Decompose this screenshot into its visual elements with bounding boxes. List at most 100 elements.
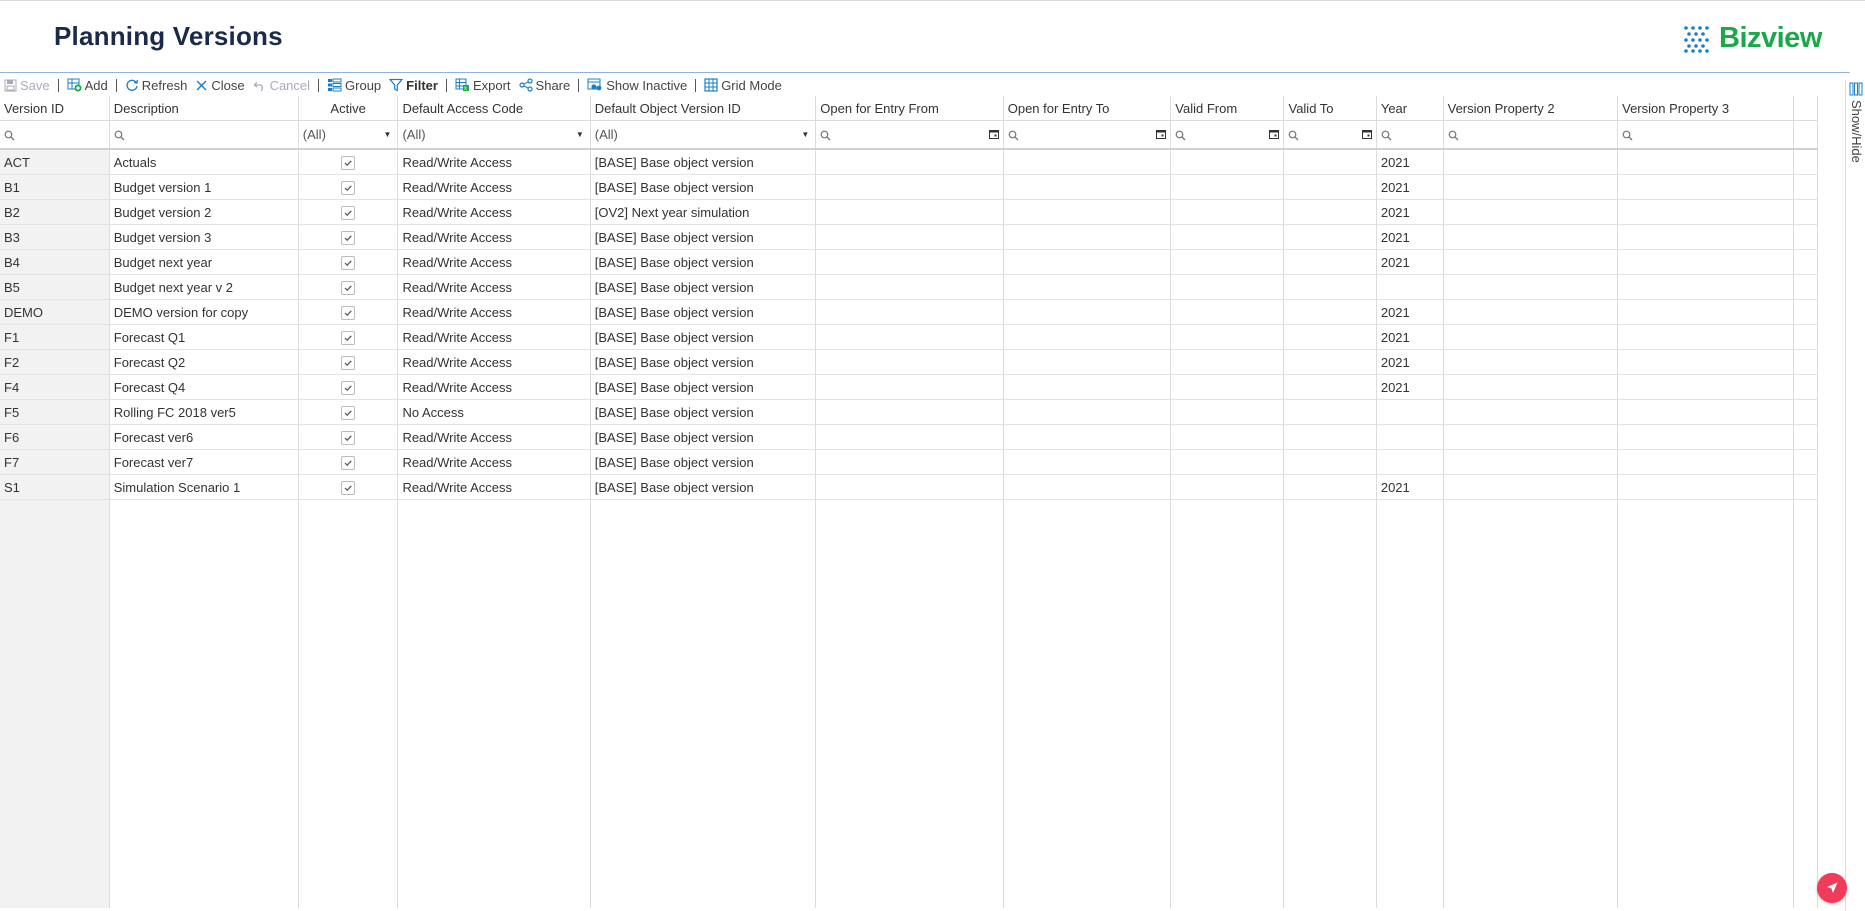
cell-default-access-code[interactable]: Read/Write Access bbox=[397, 449, 591, 475]
cell-version-property-2[interactable] bbox=[1443, 249, 1619, 275]
calendar-icon[interactable] bbox=[988, 129, 999, 139]
filter-search-open-for-entry-to[interactable] bbox=[1003, 120, 1172, 150]
table-row[interactable]: F7 Forecast ver7 Read/Write Access [BASE] B… bbox=[0, 449, 1818, 475]
cell-default-access-code[interactable]: Read/Write Access bbox=[397, 174, 591, 200]
cell-valid-from[interactable] bbox=[1170, 399, 1285, 425]
column-header-version-id[interactable]: Version ID bbox=[0, 96, 110, 121]
cell-open-for-entry-to[interactable] bbox=[1003, 399, 1172, 425]
cell-valid-from[interactable] bbox=[1170, 149, 1285, 175]
cell-version-id[interactable]: B2 bbox=[0, 199, 110, 225]
cell-version-property-3[interactable] bbox=[1617, 474, 1794, 500]
cell-description[interactable]: Forecast Q4 bbox=[109, 374, 299, 400]
cell-version-property-3[interactable] bbox=[1617, 349, 1794, 375]
close-button[interactable]: Close bbox=[191, 74, 248, 96]
active-checkbox[interactable] bbox=[341, 355, 356, 370]
filter-search-description[interactable] bbox=[109, 120, 299, 150]
cell-valid-to[interactable] bbox=[1283, 149, 1377, 175]
filter-select-active[interactable]: (All) ▼ bbox=[298, 120, 399, 150]
active-checkbox[interactable] bbox=[341, 380, 356, 395]
cell-open-for-entry-from[interactable] bbox=[815, 274, 1004, 300]
cell-version-id[interactable]: F6 bbox=[0, 424, 110, 450]
cell-description[interactable]: Forecast ver6 bbox=[109, 424, 299, 450]
cell-description[interactable]: Budget version 1 bbox=[109, 174, 299, 200]
cell-year[interactable]: 2021 bbox=[1376, 249, 1444, 275]
cell-valid-from[interactable] bbox=[1170, 449, 1285, 475]
cell-version-property-3[interactable] bbox=[1617, 199, 1794, 225]
cell-default-object-version-id[interactable]: [BASE] Base object version bbox=[590, 274, 817, 300]
cell-description[interactable]: Budget version 2 bbox=[109, 199, 299, 225]
column-header-description[interactable]: Description bbox=[109, 96, 299, 121]
active-checkbox[interactable] bbox=[341, 405, 356, 420]
cell-year[interactable]: 2021 bbox=[1376, 224, 1444, 250]
cell-open-for-entry-from[interactable] bbox=[815, 199, 1004, 225]
show-inactive-button[interactable]: Show Inactive bbox=[583, 74, 691, 96]
cell-open-for-entry-from[interactable] bbox=[815, 474, 1004, 500]
cell-active[interactable] bbox=[298, 224, 399, 250]
active-checkbox[interactable] bbox=[341, 230, 356, 245]
cell-open-for-entry-to[interactable] bbox=[1003, 224, 1172, 250]
filter-search-valid-to[interactable] bbox=[1283, 120, 1377, 150]
cell-default-access-code[interactable]: Read/Write Access bbox=[397, 474, 591, 500]
cell-valid-to[interactable] bbox=[1283, 399, 1377, 425]
table-row[interactable]: F2 Forecast Q2 Read/Write Access [BASE] Bas… bbox=[0, 349, 1818, 375]
cell-description[interactable]: Actuals bbox=[109, 149, 299, 175]
cell-valid-to[interactable] bbox=[1283, 449, 1377, 475]
cell-version-id[interactable]: DEMO bbox=[0, 299, 110, 325]
cell-valid-to[interactable] bbox=[1283, 199, 1377, 225]
cell-open-for-entry-from[interactable] bbox=[815, 424, 1004, 450]
cell-year[interactable]: 2021 bbox=[1376, 374, 1444, 400]
cell-open-for-entry-to[interactable] bbox=[1003, 424, 1172, 450]
cell-version-property-2[interactable] bbox=[1443, 474, 1619, 500]
active-checkbox[interactable] bbox=[341, 455, 356, 470]
cancel-button[interactable]: Cancel bbox=[249, 74, 314, 96]
table-row[interactable]: B5 Budget next year v 2 Read/Write Access[… bbox=[0, 274, 1818, 300]
cell-description[interactable]: Forecast Q2 bbox=[109, 349, 299, 375]
cell-active[interactable] bbox=[298, 424, 399, 450]
filter-search-open-for-entry-from[interactable] bbox=[815, 120, 1004, 150]
table-row[interactable]: ACT Actuals Read/Write Access [BASE] Base o… bbox=[0, 149, 1818, 175]
cell-version-property-3[interactable] bbox=[1617, 299, 1794, 325]
cell-active[interactable] bbox=[298, 474, 399, 500]
cell-description[interactable]: Budget version 3 bbox=[109, 224, 299, 250]
cell-version-property-2[interactable] bbox=[1443, 199, 1619, 225]
group-button[interactable]: Group bbox=[323, 74, 385, 96]
cell-year[interactable]: 2021 bbox=[1376, 149, 1444, 175]
cell-description[interactable]: Simulation Scenario 1 bbox=[109, 474, 299, 500]
table-row[interactable]: B3 Budget version 3 Read/Write Access [BASE… bbox=[0, 224, 1818, 250]
cell-default-object-version-id[interactable]: [BASE] Base object version bbox=[590, 174, 817, 200]
show-hide-panel[interactable]: Show/Hide bbox=[1845, 80, 1865, 911]
cell-version-property-2[interactable] bbox=[1443, 449, 1619, 475]
cell-valid-to[interactable] bbox=[1283, 374, 1377, 400]
cell-open-for-entry-to[interactable] bbox=[1003, 474, 1172, 500]
cell-version-property-2[interactable] bbox=[1443, 299, 1619, 325]
cell-open-for-entry-to[interactable] bbox=[1003, 299, 1172, 325]
column-header-version-property-3[interactable]: Version Property 3 bbox=[1617, 96, 1794, 121]
cell-description[interactable]: Budget next year v 2 bbox=[109, 274, 299, 300]
cell-open-for-entry-from[interactable] bbox=[815, 449, 1004, 475]
table-row[interactable]: S1 Simulation Scenario 1 Read/Write Access… bbox=[0, 474, 1818, 500]
cell-open-for-entry-to[interactable] bbox=[1003, 374, 1172, 400]
cell-year[interactable]: 2021 bbox=[1376, 349, 1444, 375]
cell-description[interactable]: Budget next year bbox=[109, 249, 299, 275]
cell-version-id[interactable]: ACT bbox=[0, 149, 110, 175]
cell-active[interactable] bbox=[298, 349, 399, 375]
cell-valid-from[interactable] bbox=[1170, 349, 1285, 375]
cell-version-id[interactable]: B5 bbox=[0, 274, 110, 300]
cell-description[interactable]: Forecast ver7 bbox=[109, 449, 299, 475]
cell-version-id[interactable]: F7 bbox=[0, 449, 110, 475]
cell-open-for-entry-to[interactable] bbox=[1003, 324, 1172, 350]
cell-version-property-2[interactable] bbox=[1443, 174, 1619, 200]
cell-default-object-version-id[interactable]: [BASE] Base object version bbox=[590, 374, 817, 400]
cell-default-access-code[interactable]: Read/Write Access bbox=[397, 324, 591, 350]
cell-default-access-code[interactable]: Read/Write Access bbox=[397, 224, 591, 250]
filter-search-version-property-3[interactable] bbox=[1617, 120, 1794, 150]
calendar-icon[interactable] bbox=[1361, 129, 1372, 139]
cell-valid-to[interactable] bbox=[1283, 324, 1377, 350]
table-row[interactable]: B4 Budget next year Read/Write Access [BASE… bbox=[0, 249, 1818, 275]
cell-version-property-2[interactable] bbox=[1443, 374, 1619, 400]
cell-version-id[interactable]: S1 bbox=[0, 474, 110, 500]
cell-description[interactable]: DEMO version for copy bbox=[109, 299, 299, 325]
cell-valid-to[interactable] bbox=[1283, 274, 1377, 300]
active-checkbox[interactable] bbox=[341, 305, 356, 320]
cell-open-for-entry-to[interactable] bbox=[1003, 449, 1172, 475]
